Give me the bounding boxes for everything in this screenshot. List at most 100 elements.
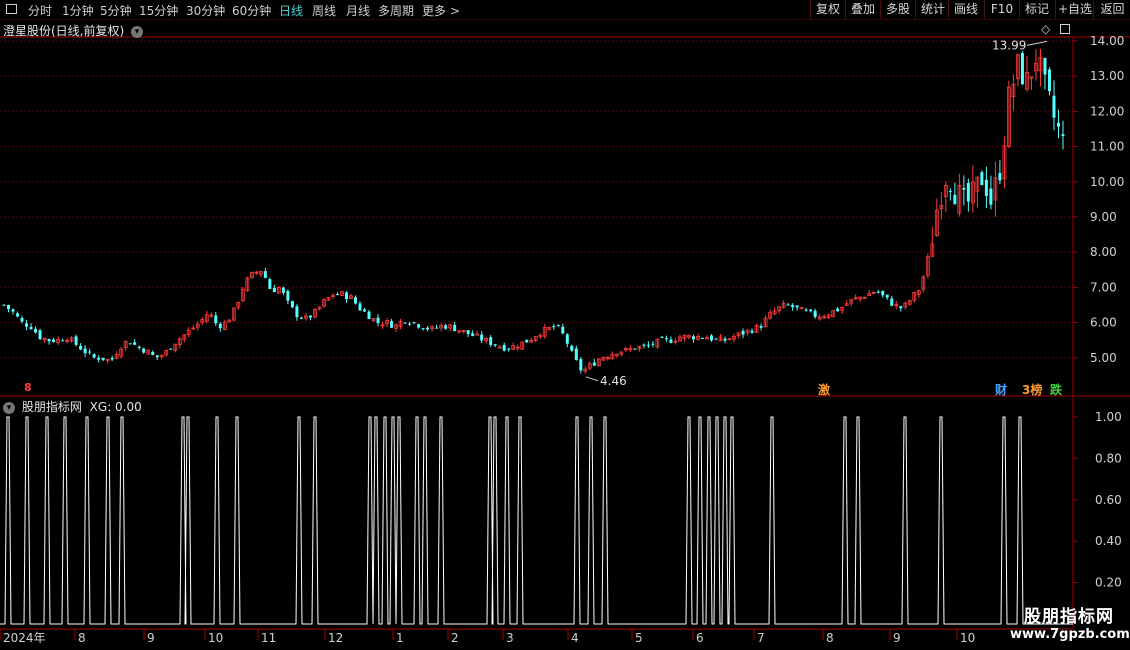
candle-body (691, 336, 695, 340)
candle-body (633, 348, 637, 350)
candle-body (565, 334, 569, 344)
candle-body (268, 279, 272, 289)
candle-body (286, 290, 290, 301)
candle-body (218, 323, 222, 329)
event-tag-cai[interactable]: 财 (995, 381, 1007, 398)
candle-body (570, 345, 574, 351)
candle-body (272, 287, 276, 293)
chevron-down-icon[interactable]: ▾ (131, 25, 144, 38)
candle-body (786, 304, 790, 306)
price-tick-label: 14.00 (1090, 34, 1124, 48)
marker-label: 8 (24, 381, 32, 394)
chevron-down-icon[interactable]: ▾ (3, 401, 15, 414)
candle-body (358, 303, 362, 311)
candle-body (642, 344, 646, 346)
candle-body (466, 330, 470, 335)
time-axis: 2024年 8 9 10 11 12 1 2 3 4 5 6 7 8 9 10 (0, 628, 1073, 645)
candle-body (74, 336, 78, 345)
candle-body (795, 305, 799, 308)
event-tag-die[interactable]: 跌 (1050, 381, 1062, 398)
candle-body (110, 357, 114, 360)
candle-body (335, 293, 339, 295)
candle-body (344, 292, 348, 300)
candle-body (2, 304, 6, 306)
time-label: 9 (147, 631, 155, 645)
candle-body (876, 291, 880, 293)
candle-body (710, 335, 714, 341)
candle-body (664, 338, 668, 340)
candle-body (79, 345, 83, 350)
candle-body (25, 323, 29, 327)
panel-toggle-icon[interactable] (1060, 24, 1070, 34)
candle-body (809, 309, 813, 312)
candle-body (1043, 57, 1047, 75)
candlesticks (2, 48, 1065, 375)
candle-body (948, 190, 952, 192)
candle-body (295, 306, 299, 318)
price-tick-label: 5.00 (1090, 351, 1117, 365)
high-price-label: 13.99 (992, 38, 1026, 52)
candle-body (525, 339, 529, 343)
event-tag-bang[interactable]: 3榜 (1022, 381, 1042, 398)
candle-body (953, 194, 957, 205)
price-tick-label: 12.00 (1090, 104, 1124, 118)
candle-body (363, 309, 367, 312)
high-pointer (1026, 40, 1048, 46)
candle-body (34, 328, 38, 333)
indicator-title-wrap: ▾ 股朋指标网 XG: 0.00 (3, 398, 142, 415)
candle-body (29, 326, 33, 330)
candle-body (579, 359, 583, 371)
candle-body (142, 348, 146, 353)
indicator-tick-label: 0.60 (1095, 493, 1122, 507)
time-label: 1 (396, 631, 404, 645)
candle-body (885, 294, 889, 298)
watermark-line2: www.7gpzb.com (1010, 627, 1130, 642)
time-label: 3 (506, 631, 514, 645)
price-tick-label: 13.00 (1090, 69, 1124, 83)
candle-body (998, 172, 1002, 181)
candle-body (83, 348, 87, 354)
candle-body (435, 327, 439, 329)
candle-body (151, 351, 155, 355)
candle-body (52, 339, 56, 342)
candle-body (493, 344, 497, 346)
indicator-name[interactable]: 股朋指标网 (22, 400, 82, 414)
price-annotations: 13.99 4.46 (585, 38, 1048, 388)
time-label: 2 (451, 631, 459, 645)
candle-body (1061, 134, 1065, 136)
candle-body (290, 301, 294, 308)
candle-body (214, 315, 218, 324)
xg-signal-path (0, 416, 1073, 625)
candle-body (552, 326, 556, 328)
indicator-tick-label: 0.40 (1095, 534, 1122, 548)
watermark-line1: 股朋指标网 (1024, 607, 1114, 627)
time-label: 4 (571, 631, 579, 645)
price-grid (0, 36, 1130, 397)
candle-body (962, 187, 966, 190)
candle-body (651, 343, 655, 345)
candle-body (646, 344, 650, 346)
candle-body (741, 330, 745, 335)
event-tag-ji[interactable]: 激 (818, 381, 830, 398)
candle-body (97, 357, 101, 360)
candle-body (574, 348, 578, 360)
candle-body (561, 326, 565, 334)
candle-body (390, 321, 394, 328)
candle-body (507, 348, 511, 350)
candle-body (133, 342, 137, 345)
candle-body (308, 315, 312, 318)
price-tick-label: 10.00 (1090, 175, 1124, 189)
candle-body (426, 327, 430, 330)
time-label: 10 (208, 631, 223, 645)
diamond-icon[interactable]: ◇ (1041, 22, 1050, 36)
price-tick-label: 11.00 (1090, 140, 1124, 154)
candle-body (128, 343, 132, 345)
indicator-tick-label: 0.80 (1095, 451, 1122, 465)
xg-indicator-lines (0, 416, 1073, 625)
watermark: 股朋指标网 www.7gpzb.com (1010, 602, 1130, 642)
candle-body (700, 337, 704, 339)
candle-body (984, 179, 988, 196)
time-label: 6 (696, 631, 704, 645)
price-tick-label: 6.00 (1090, 316, 1117, 330)
candle-body (376, 317, 380, 324)
